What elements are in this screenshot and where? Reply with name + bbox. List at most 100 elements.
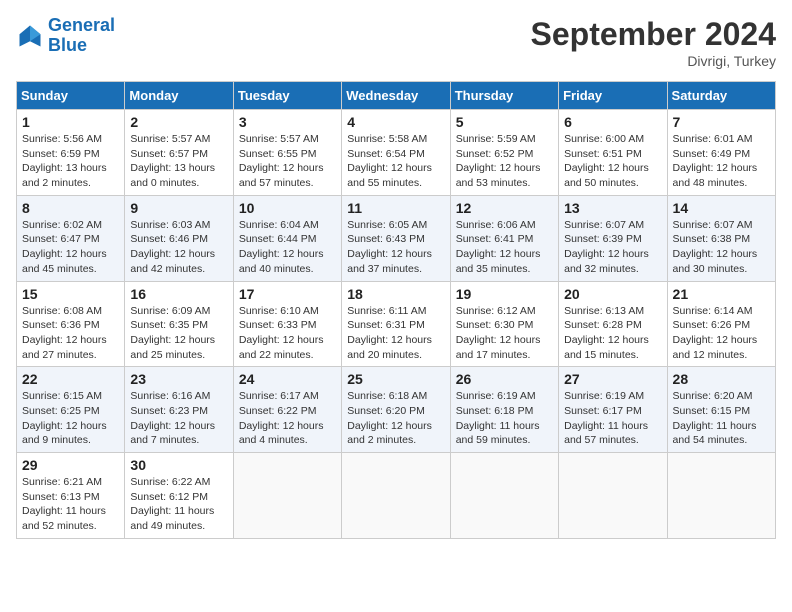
calendar-cell: 23 Sunrise: 6:16 AM Sunset: 6:23 PM Dayli… <box>125 367 233 453</box>
calendar-cell: 30 Sunrise: 6:22 AM Sunset: 6:12 PM Dayli… <box>125 453 233 539</box>
calendar-cell: 27 Sunrise: 6:19 AM Sunset: 6:17 PM Dayli… <box>559 367 667 453</box>
day-number: 13 <box>564 200 661 216</box>
logo-blue: Blue <box>48 35 87 55</box>
day-info: Sunrise: 6:12 AM Sunset: 6:30 PM Dayligh… <box>456 304 553 363</box>
day-number: 21 <box>673 286 770 302</box>
calendar-week-row: 1Sunrise: 5:56 AM Sunset: 6:59 PM Daylig… <box>17 110 776 196</box>
day-info: Sunrise: 5:56 AM Sunset: 6:59 PM Dayligh… <box>22 132 119 191</box>
day-info: Sunrise: 6:19 AM Sunset: 6:18 PM Dayligh… <box>456 389 553 448</box>
day-info: Sunrise: 6:10 AM Sunset: 6:33 PM Dayligh… <box>239 304 336 363</box>
day-number: 24 <box>239 371 336 387</box>
header-tuesday: Tuesday <box>233 82 341 110</box>
day-number: 4 <box>347 114 444 130</box>
calendar-header-row: SundayMondayTuesdayWednesdayThursdayFrid… <box>17 82 776 110</box>
calendar-cell: 13 Sunrise: 6:07 AM Sunset: 6:39 PM Dayli… <box>559 195 667 281</box>
calendar-cell: 28 Sunrise: 6:20 AM Sunset: 6:15 PM Dayli… <box>667 367 775 453</box>
day-info: Sunrise: 6:16 AM Sunset: 6:23 PM Dayligh… <box>130 389 227 448</box>
day-number: 14 <box>673 200 770 216</box>
month-title: September 2024 <box>531 16 776 53</box>
day-number: 26 <box>456 371 553 387</box>
day-info: Sunrise: 6:20 AM Sunset: 6:15 PM Dayligh… <box>673 389 770 448</box>
calendar-cell: 12 Sunrise: 6:06 AM Sunset: 6:41 PM Dayli… <box>450 195 558 281</box>
calendar-cell: 11 Sunrise: 6:05 AM Sunset: 6:43 PM Dayli… <box>342 195 450 281</box>
calendar-cell: 9 Sunrise: 6:03 AM Sunset: 6:46 PM Daylig… <box>125 195 233 281</box>
calendar-cell <box>559 453 667 539</box>
calendar-week-row: 15 Sunrise: 6:08 AM Sunset: 6:36 PM Dayli… <box>17 281 776 367</box>
day-number: 20 <box>564 286 661 302</box>
day-number: 30 <box>130 457 227 473</box>
calendar-cell: 20Sunrise: 6:13 AM Sunset: 6:28 PM Dayli… <box>559 281 667 367</box>
day-info: Sunrise: 6:22 AM Sunset: 6:12 PM Dayligh… <box>130 475 227 534</box>
calendar-cell <box>667 453 775 539</box>
day-info: Sunrise: 6:19 AM Sunset: 6:17 PM Dayligh… <box>564 389 661 448</box>
calendar-cell: 5 Sunrise: 5:59 AM Sunset: 6:52 PM Daylig… <box>450 110 558 196</box>
day-number: 8 <box>22 200 119 216</box>
day-number: 7 <box>673 114 770 130</box>
calendar-cell <box>342 453 450 539</box>
day-number: 2 <box>130 114 227 130</box>
location: Divrigi, Turkey <box>531 53 776 69</box>
calendar-cell: 3Sunrise: 5:57 AM Sunset: 6:55 PM Daylig… <box>233 110 341 196</box>
day-info: Sunrise: 6:06 AM Sunset: 6:41 PM Dayligh… <box>456 218 553 277</box>
header-friday: Friday <box>559 82 667 110</box>
day-info: Sunrise: 5:58 AM Sunset: 6:54 PM Dayligh… <box>347 132 444 191</box>
day-info: Sunrise: 6:03 AM Sunset: 6:46 PM Dayligh… <box>130 218 227 277</box>
header-wednesday: Wednesday <box>342 82 450 110</box>
calendar-table: SundayMondayTuesdayWednesdayThursdayFrid… <box>16 81 776 539</box>
calendar-week-row: 22 Sunrise: 6:15 AM Sunset: 6:25 PM Dayli… <box>17 367 776 453</box>
day-info: Sunrise: 6:14 AM Sunset: 6:26 PM Dayligh… <box>673 304 770 363</box>
day-number: 16 <box>130 286 227 302</box>
calendar-cell: 24Sunrise: 6:17 AM Sunset: 6:22 PM Dayli… <box>233 367 341 453</box>
day-info: Sunrise: 6:00 AM Sunset: 6:51 PM Dayligh… <box>564 132 661 191</box>
calendar-cell: 8Sunrise: 6:02 AM Sunset: 6:47 PM Daylig… <box>17 195 125 281</box>
calendar-cell: 17 Sunrise: 6:10 AM Sunset: 6:33 PM Dayli… <box>233 281 341 367</box>
header-sunday: Sunday <box>17 82 125 110</box>
day-number: 18 <box>347 286 444 302</box>
calendar-cell: 15 Sunrise: 6:08 AM Sunset: 6:36 PM Dayli… <box>17 281 125 367</box>
day-info: Sunrise: 6:15 AM Sunset: 6:25 PM Dayligh… <box>22 389 119 448</box>
day-info: Sunrise: 6:04 AM Sunset: 6:44 PM Dayligh… <box>239 218 336 277</box>
calendar-cell: 25Sunrise: 6:18 AM Sunset: 6:20 PM Dayli… <box>342 367 450 453</box>
logo-icon <box>16 22 44 50</box>
day-info: Sunrise: 6:07 AM Sunset: 6:39 PM Dayligh… <box>564 218 661 277</box>
page-header: General Blue September 2024 Divrigi, Tur… <box>16 16 776 69</box>
day-info: Sunrise: 6:09 AM Sunset: 6:35 PM Dayligh… <box>130 304 227 363</box>
day-number: 23 <box>130 371 227 387</box>
day-info: Sunrise: 5:57 AM Sunset: 6:57 PM Dayligh… <box>130 132 227 191</box>
day-number: 5 <box>456 114 553 130</box>
calendar-cell: 6 Sunrise: 6:00 AM Sunset: 6:51 PM Daylig… <box>559 110 667 196</box>
day-number: 19 <box>456 286 553 302</box>
day-number: 12 <box>456 200 553 216</box>
day-number: 10 <box>239 200 336 216</box>
calendar-cell: 22 Sunrise: 6:15 AM Sunset: 6:25 PM Dayli… <box>17 367 125 453</box>
header-thursday: Thursday <box>450 82 558 110</box>
day-number: 9 <box>130 200 227 216</box>
day-number: 27 <box>564 371 661 387</box>
logo-text: General Blue <box>48 16 115 56</box>
calendar-cell: 10 Sunrise: 6:04 AM Sunset: 6:44 PM Dayli… <box>233 195 341 281</box>
calendar-cell: 1Sunrise: 5:56 AM Sunset: 6:59 PM Daylig… <box>17 110 125 196</box>
calendar-cell: 26 Sunrise: 6:19 AM Sunset: 6:18 PM Dayli… <box>450 367 558 453</box>
logo: General Blue <box>16 16 115 56</box>
calendar-cell: 18 Sunrise: 6:11 AM Sunset: 6:31 PM Dayli… <box>342 281 450 367</box>
day-info: Sunrise: 6:05 AM Sunset: 6:43 PM Dayligh… <box>347 218 444 277</box>
day-number: 6 <box>564 114 661 130</box>
day-info: Sunrise: 6:07 AM Sunset: 6:38 PM Dayligh… <box>673 218 770 277</box>
day-number: 17 <box>239 286 336 302</box>
day-number: 25 <box>347 371 444 387</box>
day-info: Sunrise: 5:59 AM Sunset: 6:52 PM Dayligh… <box>456 132 553 191</box>
day-info: Sunrise: 5:57 AM Sunset: 6:55 PM Dayligh… <box>239 132 336 191</box>
calendar-week-row: 8Sunrise: 6:02 AM Sunset: 6:47 PM Daylig… <box>17 195 776 281</box>
day-number: 28 <box>673 371 770 387</box>
day-info: Sunrise: 6:21 AM Sunset: 6:13 PM Dayligh… <box>22 475 119 534</box>
calendar-cell: 19 Sunrise: 6:12 AM Sunset: 6:30 PM Dayli… <box>450 281 558 367</box>
calendar-cell: 16 Sunrise: 6:09 AM Sunset: 6:35 PM Dayli… <box>125 281 233 367</box>
day-info: Sunrise: 6:08 AM Sunset: 6:36 PM Dayligh… <box>22 304 119 363</box>
day-number: 11 <box>347 200 444 216</box>
day-number: 15 <box>22 286 119 302</box>
calendar-week-row: 29Sunrise: 6:21 AM Sunset: 6:13 PM Dayli… <box>17 453 776 539</box>
day-info: Sunrise: 6:11 AM Sunset: 6:31 PM Dayligh… <box>347 304 444 363</box>
day-number: 22 <box>22 371 119 387</box>
calendar-cell <box>450 453 558 539</box>
calendar-cell <box>233 453 341 539</box>
